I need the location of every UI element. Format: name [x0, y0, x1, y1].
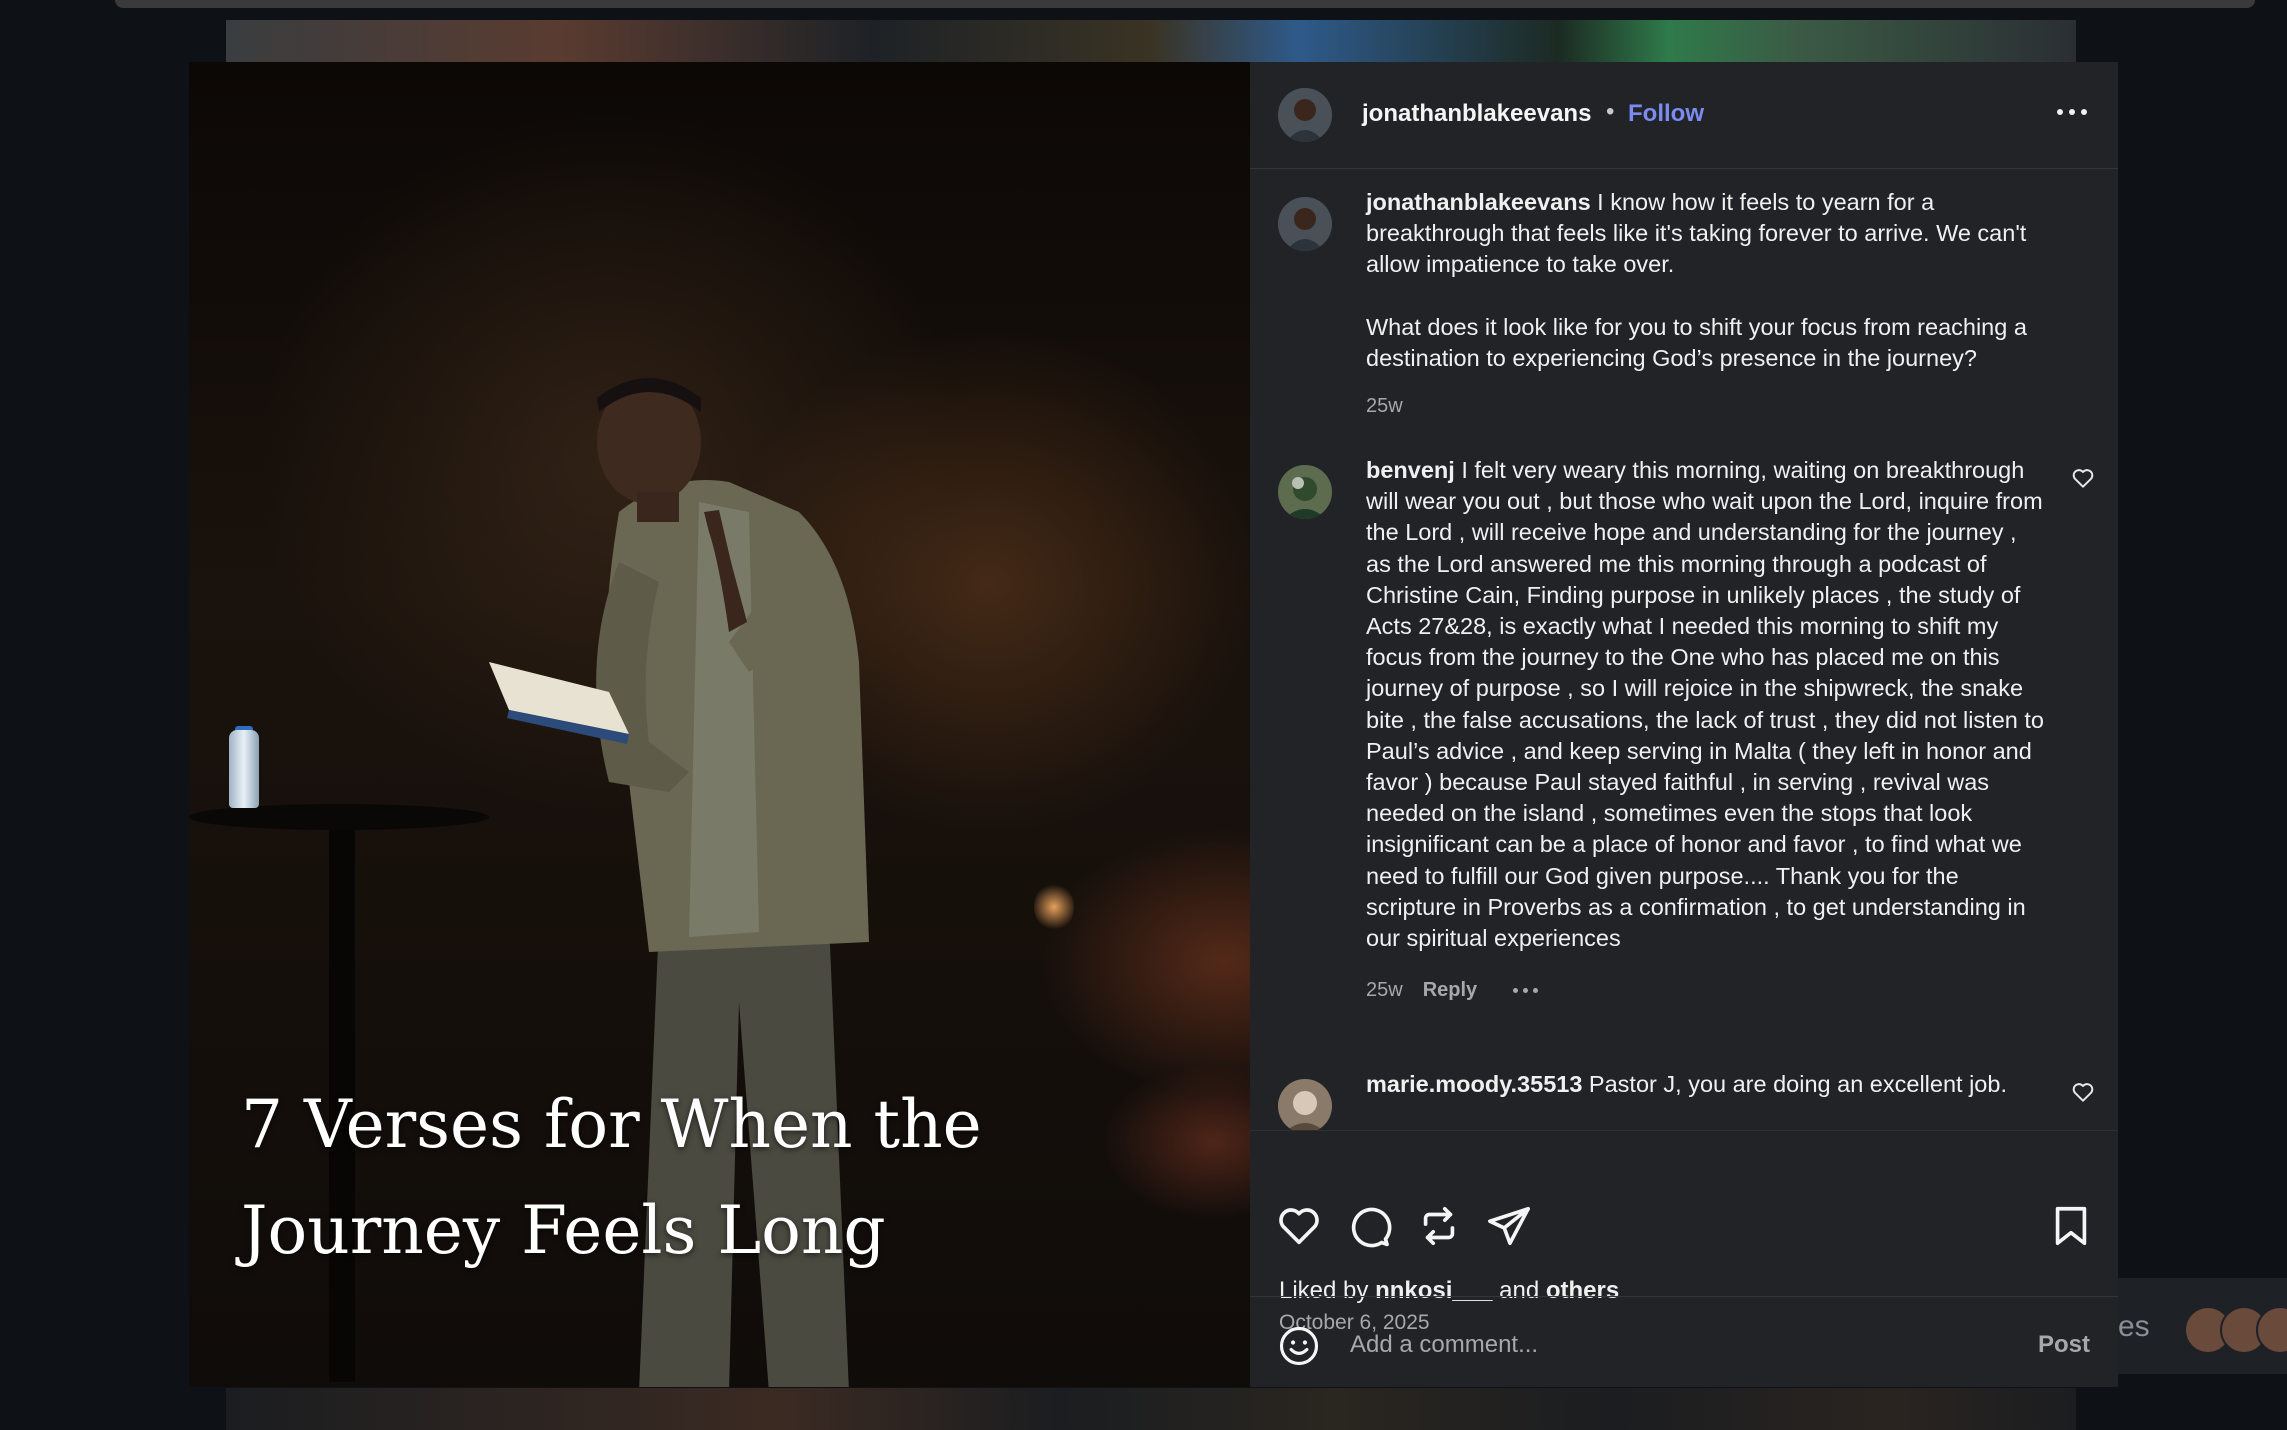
author-avatar[interactable] — [1278, 88, 1332, 142]
commenter-avatar[interactable] — [1278, 465, 1332, 519]
repost-icon[interactable] — [1416, 1203, 1462, 1249]
water-bottle — [229, 730, 259, 808]
like-comment-heart-icon[interactable] — [2070, 1079, 2096, 1105]
background-grid-bottom — [226, 1388, 2076, 1430]
caption-body: I know how it feels to yearn for a break… — [1366, 189, 2027, 372]
caption-text: jonathanblakeevans I know how it feels t… — [1366, 187, 2066, 374]
background-side-text: es — [2118, 1310, 2150, 1343]
comment-options-button[interactable] — [1513, 988, 1539, 993]
comment-meta: 25w Reply — [1366, 979, 1539, 1002]
comments-list[interactable]: jonathanblakeevans I know how it feels t… — [1250, 169, 2118, 1217]
reply-button[interactable]: Reply — [1423, 979, 1477, 1002]
emoji-icon[interactable] — [1278, 1325, 1320, 1367]
background-avatar-stack — [2184, 1306, 2287, 1354]
stage-lamp — [1034, 882, 1074, 932]
comment-bubble-icon[interactable] — [1346, 1203, 1392, 1249]
post-detail-panel: jonathanblakeevans • Follow jonathanblak… — [1250, 62, 2118, 1387]
caption-time[interactable]: 25w — [1366, 395, 1403, 418]
post-media: 7 Verses for When the Journey Feels Long — [189, 62, 1250, 1387]
comment-text: benvenj I felt very weary this morning, … — [1366, 455, 2046, 954]
more-options-button[interactable] — [2050, 92, 2094, 132]
comment-text: marie.moody.35513 Pastor J, you are doin… — [1366, 1069, 2046, 1100]
comment-body: I felt very weary this morning, waiting … — [1366, 457, 2051, 952]
comment-composer: Post — [1250, 1296, 2118, 1388]
slide-title: 7 Verses for When the Journey Feels Long — [241, 1086, 982, 1269]
background-grid-top — [226, 20, 2076, 62]
save-bookmark-icon[interactable] — [2048, 1203, 2094, 1249]
author-username[interactable]: jonathanblakeevans — [1362, 100, 1591, 128]
comment-body: Pastor J, you are doing an excellent job… — [1582, 1071, 2007, 1097]
like-comment-heart-icon[interactable] — [2070, 465, 2096, 491]
share-send-icon[interactable] — [1486, 1203, 1532, 1249]
caption-avatar[interactable] — [1278, 197, 1332, 251]
follow-button[interactable]: Follow — [1628, 100, 1704, 128]
comment-username[interactable]: marie.moody.35513 — [1366, 1071, 1582, 1097]
comment-input[interactable] — [1348, 1319, 1992, 1371]
commenter-avatar[interactable] — [1278, 1079, 1332, 1133]
post-header: jonathanblakeevans • Follow — [1250, 62, 2118, 169]
caption-meta: 25w — [1366, 395, 1403, 418]
like-heart-icon[interactable] — [1276, 1203, 1322, 1249]
header-separator: • — [1606, 98, 1615, 125]
post-comment-button[interactable]: Post — [2038, 1331, 2090, 1359]
comment-username[interactable]: benvenj — [1366, 457, 1455, 483]
browser-top-edge — [115, 0, 2255, 8]
caption-username[interactable]: jonathanblakeevans — [1366, 189, 1591, 215]
comment-time[interactable]: 25w — [1366, 979, 1403, 1002]
